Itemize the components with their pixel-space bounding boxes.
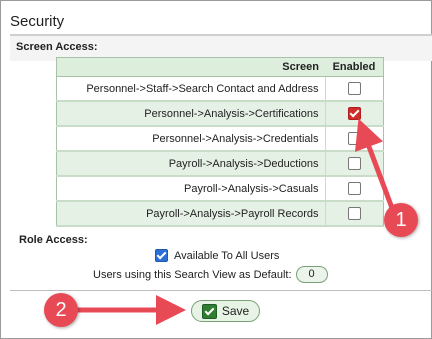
save-label: Save	[221, 304, 250, 318]
page-title: Security	[10, 13, 65, 30]
table-row: Personnel->Staff->Search Contact and Add…	[56, 76, 384, 102]
enabled-checkbox[interactable]	[347, 107, 361, 120]
table-row: Personnel->Analysis->Credentials	[56, 126, 384, 152]
enabled-checkbox[interactable]	[347, 132, 361, 145]
default-users-label: Users using this Search View as Default:	[93, 268, 292, 281]
table-header-row: Screen Enabled	[56, 57, 384, 77]
available-to-all-row: Available To All Users	[155, 249, 279, 262]
table-row: Payroll->Analysis->Payroll Records	[56, 201, 384, 227]
footer-divider	[10, 290, 432, 291]
callout-1: 1	[384, 203, 418, 237]
column-header-screen: Screen	[56, 57, 325, 77]
enabled-checkbox[interactable]	[347, 157, 361, 170]
available-to-all-label: Available To All Users	[174, 249, 280, 262]
screen-name: Payroll->Analysis->Casuals	[56, 176, 326, 202]
role-access-label: Role Access:	[19, 234, 88, 246]
screen-name: Personnel->Analysis->Certifications	[56, 101, 326, 127]
default-users-row: Users using this Search View as Default:…	[93, 266, 328, 283]
screen-name: Personnel->Analysis->Credentials	[56, 126, 326, 152]
enabled-checkbox[interactable]	[347, 82, 361, 95]
column-header-enabled: Enabled	[325, 57, 384, 77]
table-row: Payroll->Analysis->Casuals	[56, 176, 384, 202]
check-icon	[201, 303, 217, 319]
screen-access-table: Screen Enabled Personnel->Staff->Search …	[56, 57, 384, 227]
save-button[interactable]: Save	[191, 300, 260, 322]
available-to-all-checkbox[interactable]	[155, 249, 168, 262]
enabled-checkbox[interactable]	[347, 207, 361, 220]
screen-access-label: Screen Access:	[16, 41, 98, 53]
screen-name: Payroll->Analysis->Deductions	[56, 151, 326, 177]
table-row: Payroll->Analysis->Deductions	[56, 151, 384, 177]
table-row: Personnel->Analysis->Certifications	[56, 101, 384, 127]
enabled-checkbox[interactable]	[347, 182, 361, 195]
default-users-count[interactable]: 0	[295, 266, 328, 283]
screen-name: Personnel->Staff->Search Contact and Add…	[56, 76, 326, 102]
callout-2: 2	[44, 293, 78, 327]
screen-name: Payroll->Analysis->Payroll Records	[56, 201, 326, 227]
